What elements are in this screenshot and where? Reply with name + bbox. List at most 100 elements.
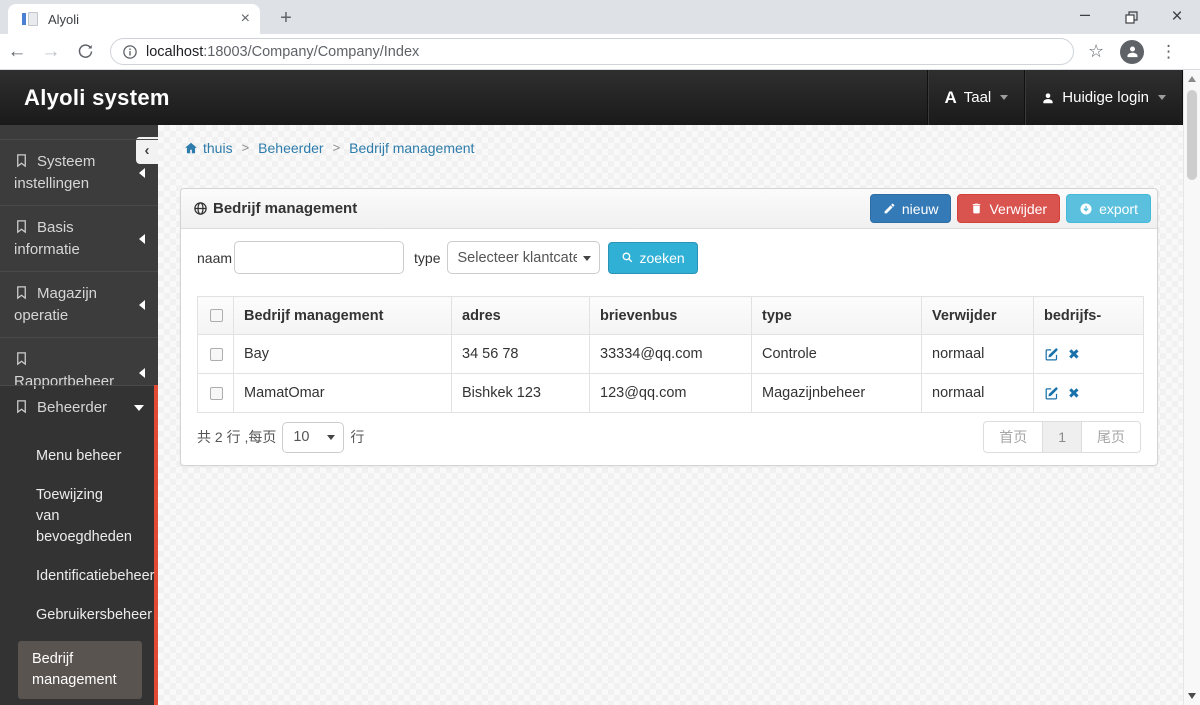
breadcrumb-home[interactable]: thuis [184,140,233,156]
type-select[interactable]: Selecteer klantcate [446,241,600,274]
delete-row-icon[interactable]: ✖ [1068,386,1080,400]
new-button-label: nieuw [901,200,939,217]
page-scrollbar[interactable] [1183,70,1200,705]
reload-icon[interactable] [68,37,102,67]
breadcrumb-home-label: thuis [203,139,233,156]
cell-brievenbus: 33334@qq.com [589,334,752,374]
sidebar-item-rapportbeheer[interactable]: Rapportbeheer [0,337,158,390]
submenu-item-gebruikersbeheer[interactable]: Gebruikersbeheer [0,596,154,635]
app-title: Alyoli system [24,84,170,110]
bookmark-icon [17,400,26,414]
window-minimize-button[interactable]: – [1062,0,1108,34]
user-icon [1043,92,1053,103]
language-label: Taal [963,89,992,106]
window-close-button[interactable]: × [1154,0,1200,34]
browser-navbar: ← → localhost:18003/Company/Company/Inde… [0,34,1200,70]
scroll-up-icon[interactable] [1188,76,1196,82]
scrollbar-thumb[interactable] [1187,90,1197,180]
tab-close-icon[interactable]: × [241,11,250,27]
pagination-last-button[interactable]: 尾页 [1081,421,1141,453]
panel-buttons: nieuw Verwijder export [869,194,1151,223]
restore-icon [1124,10,1138,24]
window-restore-button[interactable] [1108,0,1154,34]
cell-actions: ✖ [1033,334,1144,374]
login-dropdown[interactable]: Huidige login [1024,70,1183,125]
edit-icon[interactable] [1044,347,1059,362]
app-header: Alyoli system A Taal Huidige login [0,70,1183,125]
submenu-item-toewijzing-van-bevoegdheden[interactable]: Toewijzing van bevoegdheden [0,476,154,557]
language-dropdown[interactable]: A Taal [927,70,1024,125]
breadcrumb-bedrijf-management[interactable]: Bedrijf management [349,140,474,156]
tab-title: Alyoli [48,11,80,27]
login-label: Huidige login [1062,89,1149,106]
bookmark-star-icon[interactable]: ☆ [1088,41,1104,62]
chevron-down-icon [582,255,591,261]
row-checkbox-cell [197,373,234,413]
submenu-item-bedrijf-management[interactable]: Bedrijf management [18,641,142,699]
delete-button-label: Verwijder [989,200,1048,217]
sidebar-item-systeem-instellingen[interactable]: Systeem instellingen [0,139,158,205]
sidebar-submenu: Menu beheer Toewijzing van bevoegdheden … [0,429,155,705]
panel-title: Bedrijf management [193,200,357,217]
profile-avatar[interactable] [1120,39,1145,64]
submenu-item-identificatiebeheer[interactable]: Identificatiebeheer [0,557,155,596]
delete-button[interactable]: Verwijder [957,194,1061,223]
cell-brievenbus: 123@qq.com [589,373,752,413]
sidebar-item-label: Beheerder [37,399,108,417]
chevron-down-icon [1158,95,1166,100]
scroll-down-icon[interactable] [1188,693,1196,699]
screen: Alyoli × + – × ← → localhost:18003/Compa… [0,0,1200,705]
per-page-select[interactable]: 10 [282,421,345,453]
browser-tab[interactable]: Alyoli × [8,4,260,34]
url-path: :18003/Company/Company/Index [203,43,420,60]
breadcrumb-beheerder[interactable]: Beheerder [258,140,323,156]
pagination-first-button[interactable]: 首页 [983,421,1044,453]
forward-icon[interactable]: → [34,37,68,67]
cell-type: Magazijnbeheer [751,373,922,413]
row-checkbox[interactable] [210,347,223,361]
breadcrumb: thuis > Beheerder > Bedrijf management [158,125,1183,170]
window-controls: – × [1062,0,1200,34]
cell-type: Controle [751,334,922,374]
sidebar-item-beheerder[interactable]: Beheerder [0,385,154,429]
table-row: MamatOmar Bishkek 123 123@qq.com Magazij… [197,373,1144,413]
new-tab-button[interactable]: + [272,5,300,33]
trash-icon [973,203,981,214]
pagination-page-1[interactable]: 1 [1042,421,1082,453]
breadcrumb-separator: > [332,140,341,155]
search-button[interactable]: zoeken [607,241,698,274]
chevron-down-icon [134,404,144,411]
cell-name: Bay [233,334,452,374]
select-all-checkbox[interactable] [210,309,223,322]
submenu-item-menu-beheer[interactable]: Menu beheer [0,437,154,476]
row-checkbox[interactable] [210,386,223,400]
header-right: A Taal Huidige login [927,70,1183,125]
chevron-left-icon [139,299,145,310]
search-button-label: zoeken [639,249,685,266]
bookmark-icon [17,352,26,366]
edit-icon[interactable] [1044,386,1059,401]
column-header-adres: adres [451,296,590,335]
sidebar-active-section: Beheerder Menu beheer Toewijzing van bev… [0,385,158,705]
name-label: naam [197,249,233,266]
export-button[interactable]: export [1066,194,1151,223]
breadcrumb-separator: > [241,140,250,155]
cell-adres: 34 56 78 [451,334,590,374]
company-table: Bedrijf management adres brievenbus type… [197,296,1144,413]
sidebar-item-basis-informatie[interactable]: Basis informatie [0,205,158,271]
cell-verwijder: normaal [921,373,1034,413]
address-bar[interactable]: localhost:18003/Company/Company/Index [110,38,1074,65]
chevron-down-icon [1000,95,1009,100]
browser-menu-icon[interactable]: ⋮ [1160,42,1177,62]
site-info-icon[interactable] [123,44,137,59]
back-icon[interactable]: ← [0,37,34,67]
cell-verwijder: normaal [921,334,1034,374]
sidebar-item-magazijn-operatie[interactable]: Magazijn operatie [0,271,158,337]
table-header-row: Bedrijf management adres brievenbus type… [197,296,1144,335]
delete-row-icon[interactable]: ✖ [1068,347,1080,361]
download-circle-icon [1080,202,1092,215]
name-input[interactable] [234,241,405,274]
bookmark-icon [17,286,26,300]
new-button[interactable]: nieuw [869,194,952,223]
panel-header: Bedrijf management nieuw Verwijder expor… [181,189,1157,229]
